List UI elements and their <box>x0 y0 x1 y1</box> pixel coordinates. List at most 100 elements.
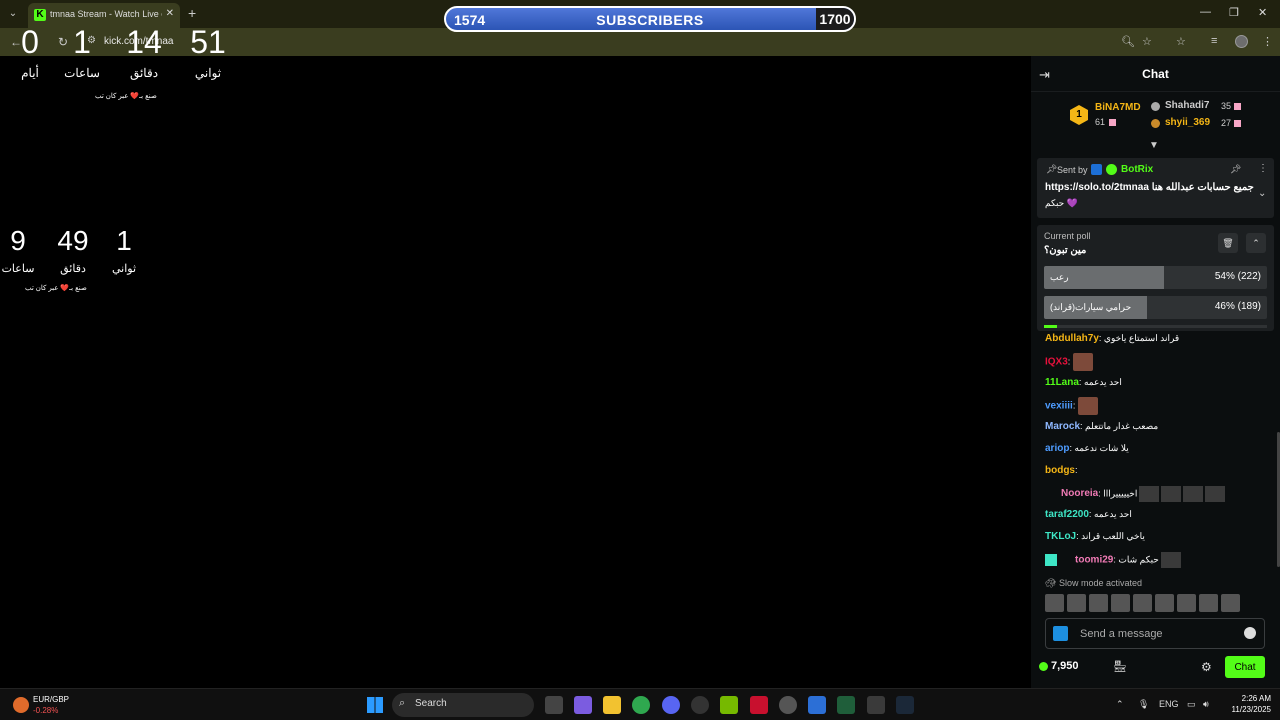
settings-gear-icon[interactable]: ⚙ <box>1201 660 1212 674</box>
emoji-icon[interactable] <box>1244 627 1256 639</box>
discord-icon[interactable] <box>662 696 680 714</box>
silver-rank-icon <box>1151 102 1160 111</box>
slow-mode-text: Slow mode activated <box>1058 578 1142 588</box>
chat-input-box <box>1045 618 1265 649</box>
trash-icon[interactable]: 🗑︎ <box>1218 233 1238 253</box>
poll-option[interactable]: حرامي سيارات(قراند) 46% (189) <box>1044 296 1267 319</box>
chat-message: IQX3: <box>1045 353 1093 371</box>
channel-points[interactable]: 7,950 <box>1051 660 1079 672</box>
leaderboard-second-name[interactable]: Shahadi7 <box>1165 100 1209 111</box>
window-close-icon[interactable]: ✕ <box>1258 6 1267 19</box>
file-explorer-icon[interactable] <box>603 696 621 714</box>
expand-leaderboard-icon[interactable]: ▼ <box>1149 140 1159 151</box>
chat-username[interactable]: Marock <box>1045 421 1080 432</box>
edge-icon[interactable] <box>808 696 826 714</box>
network-icon[interactable]: ▭ <box>1187 699 1196 710</box>
emote-icon[interactable] <box>1067 594 1086 612</box>
menu-more-icon[interactable]: ⋮ <box>1262 35 1273 48</box>
microphone-icon[interactable]: 🎙︎ <box>1138 699 1149 710</box>
emote-icon[interactable] <box>1177 594 1196 612</box>
close-icon[interactable]: ✕ <box>166 8 174 19</box>
poll-option[interactable]: رعب 54% (222) <box>1044 266 1267 289</box>
bookmark-star-icon[interactable]: ☆ <box>1142 35 1152 48</box>
poll-option-result: 54% (222) <box>1214 271 1261 282</box>
chat-username[interactable]: Abdullah7y <box>1045 333 1099 344</box>
kick-favicon-icon: K <box>34 9 46 21</box>
emote-icon[interactable] <box>1199 594 1218 612</box>
windows-start-icon[interactable] <box>367 697 383 713</box>
emote-icon[interactable] <box>1045 594 1064 612</box>
subscriber-label: SUBSCRIBERS <box>596 12 704 28</box>
pinned-sender[interactable]: BotRix <box>1121 164 1153 175</box>
countdown2-seconds-label: ثواني <box>111 263 137 275</box>
pinned-message-text: جميع حسابات عبدالله هنا <box>1151 182 1254 193</box>
emote-icon[interactable] <box>1221 594 1240 612</box>
poll-option-label: حرامي سيارات(قراند) <box>1050 302 1132 312</box>
chat-username[interactable]: IQX3 <box>1045 356 1068 367</box>
chat-text: ياخي اللعب قراند <box>1081 531 1145 541</box>
chat-username[interactable]: 11Lana <box>1045 377 1079 388</box>
new-tab-icon[interactable]: + <box>188 5 196 21</box>
volume-icon[interactable]: 🔊︎ <box>1203 699 1209 710</box>
collections-icon[interactable]: ≡ <box>1211 35 1217 47</box>
subscriber-goal-bar: 1574 SUBSCRIBERS 1700 <box>444 6 856 32</box>
restore-icon[interactable]: ❐ <box>1229 6 1239 19</box>
chat-text: مصعب غدار ماتتعلم <box>1085 421 1159 431</box>
task-view-icon[interactable] <box>545 696 563 714</box>
emote-icon[interactable] <box>1111 594 1130 612</box>
clock-date[interactable]: 11/23/2025 <box>1215 705 1271 714</box>
app-icon[interactable] <box>750 696 768 714</box>
obs-icon[interactable] <box>691 696 709 714</box>
gift-icon <box>1234 120 1241 127</box>
store-icon[interactable]: 🏪︎ <box>1113 660 1127 673</box>
screen: ⌄ K tmnaa Stream - Watch Live on Kick ✕ … <box>0 0 1280 720</box>
chrome-icon[interactable] <box>632 696 650 714</box>
chevron-down-icon[interactable]: ⌄ <box>1258 188 1266 199</box>
app-icon[interactable] <box>867 696 885 714</box>
copilot-icon[interactable] <box>574 696 592 714</box>
leaderboard-third-name[interactable]: shyii_369 <box>1165 117 1210 128</box>
taskbar-search[interactable]: ⌕ Search <box>392 693 534 717</box>
chat-message: bodgs: <box>1045 465 1078 476</box>
profile-avatar[interactable] <box>1235 35 1248 48</box>
countdown-credit: صنع بـ❤️ عبر كان تب <box>95 93 157 100</box>
nvidia-icon[interactable] <box>720 696 738 714</box>
app-icon[interactable] <box>837 696 855 714</box>
chat-input[interactable] <box>1080 625 1230 643</box>
tray-overflow-icon[interactable]: ⌃ <box>1116 699 1124 710</box>
pinned-message: 📌︎ Sent by BotRix 📌︎ ⋮ https://solo.to/2… <box>1037 158 1274 218</box>
emote-icon[interactable] <box>1089 594 1108 612</box>
send-chat-button[interactable]: Chat <box>1225 656 1265 678</box>
unpin-icon[interactable]: 📌︎ <box>1230 164 1241 175</box>
points-icon <box>1039 662 1048 671</box>
pinned-link[interactable]: https://solo.to/2tmnaa <box>1045 182 1149 193</box>
chat-username[interactable]: taraf2200 <box>1045 509 1089 520</box>
botrix-icon[interactable] <box>1053 626 1068 641</box>
minimize-icon[interactable]: — <box>1200 6 1211 18</box>
chevron-up-icon[interactable]: ⌃ <box>1246 233 1266 253</box>
emote-image <box>1072 353 1093 371</box>
poll-option-label: رعب <box>1050 272 1069 282</box>
clock-time[interactable]: 2:26 AM <box>1227 694 1271 703</box>
emote-icon[interactable] <box>1133 594 1152 612</box>
steam-icon[interactable] <box>896 696 914 714</box>
countdown-hours-label: ساعات <box>64 66 100 80</box>
more-options-icon[interactable]: ⋮ <box>1258 163 1268 174</box>
countdown2-credit: صنع بـ❤️ عبر كان تب <box>25 285 87 292</box>
chat-username[interactable]: Nooreia <box>1061 488 1098 499</box>
chat-username[interactable]: ariop <box>1045 443 1069 454</box>
tab-list-icon[interactable]: ⌄ <box>6 7 20 21</box>
emote-image <box>1077 397 1098 415</box>
chat-username[interactable]: TKLoJ <box>1045 531 1076 542</box>
zoom-icon[interactable]: 🔍︎ <box>1121 35 1135 48</box>
app-icon[interactable] <box>779 696 797 714</box>
input-language[interactable]: ENG <box>1159 699 1179 709</box>
widget-icon[interactable] <box>13 697 29 713</box>
chat-username[interactable]: toomi29 <box>1075 554 1113 565</box>
chat-username[interactable]: vexiiii <box>1045 400 1073 411</box>
favorites-icon[interactable]: ☆ <box>1176 35 1186 48</box>
rank-badge: 1 <box>1070 105 1088 125</box>
leaderboard-first-name[interactable]: BiNA7MD <box>1095 102 1141 113</box>
emote-icon[interactable] <box>1155 594 1174 612</box>
chat-username[interactable]: bodgs <box>1045 465 1075 476</box>
